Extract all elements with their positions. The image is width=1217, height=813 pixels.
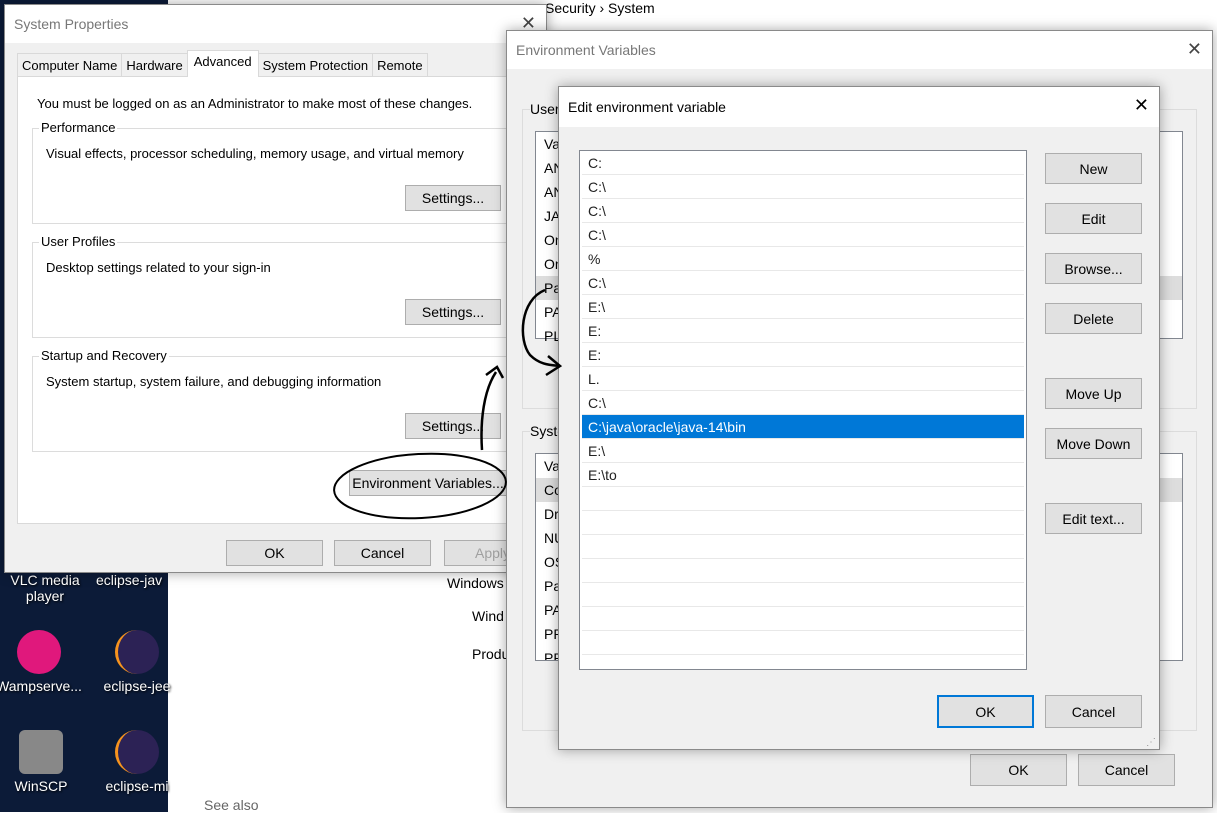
breadcrumb-system[interactable]: System <box>608 0 655 16</box>
startup-recovery-group: Startup and Recovery System startup, syst… <box>32 348 518 452</box>
empty-row[interactable] <box>582 487 1024 511</box>
title-bar: Environment Variables <box>507 31 1212 69</box>
cp-text: Wind <box>472 608 504 624</box>
empty-row[interactable] <box>582 535 1024 559</box>
group-label: User Profiles <box>39 234 118 249</box>
path-entry-row[interactable]: C:\ <box>582 223 1024 247</box>
tab-hardware[interactable]: Hardware <box>121 53 188 77</box>
path-entry-row[interactable]: E:\ <box>582 295 1024 319</box>
tab-computer-name[interactable]: Computer Name <box>17 53 123 77</box>
desktop-icon-eclipse-mi[interactable]: eclipse-mi <box>92 730 182 794</box>
title-bar: System Properties <box>5 5 546 43</box>
edit-button[interactable]: Edit <box>1045 203 1142 234</box>
title-bar: Edit environment variable <box>559 87 1159 127</box>
window-title: Edit environment variable <box>568 99 726 115</box>
user-profiles-group: User Profiles Desktop settings related to… <box>32 234 518 338</box>
cancel-button[interactable]: Cancel <box>1045 695 1142 728</box>
desktop-icon-wampserver[interactable]: Wampserve... <box>0 630 84 694</box>
tab-remote[interactable]: Remote <box>372 53 428 77</box>
path-entry-row[interactable]: L. <box>582 367 1024 391</box>
cp-text: Windows <box>447 575 504 591</box>
user-profiles-settings-button[interactable]: Settings... <box>405 299 501 325</box>
empty-row[interactable] <box>582 511 1024 535</box>
advanced-panel: You must be logged on as an Administrato… <box>17 76 535 524</box>
group-desc: Desktop settings related to your sign-in <box>46 260 271 275</box>
window-title: System Properties <box>14 16 129 32</box>
admin-note: You must be logged on as an Administrato… <box>37 96 473 111</box>
path-entry-row[interactable]: E:\ <box>582 439 1024 463</box>
cancel-button[interactable]: Cancel <box>1078 754 1175 786</box>
path-entries-list[interactable]: C: C:\ C:\ C:\% C:\ E:\ E: E: L. C:\ C:\java\oracl… <box>579 150 1027 670</box>
group-label: User <box>530 101 560 117</box>
group-label: Startup and Recovery <box>39 348 169 363</box>
path-entry-row[interactable]: C:\ <box>582 391 1024 415</box>
path-entry-row[interactable]: C:\ <box>582 271 1024 295</box>
desktop-icon-eclipse-java[interactable]: eclipse-jav <box>86 572 176 588</box>
ok-button[interactable]: OK <box>226 540 323 566</box>
empty-row[interactable] <box>582 559 1024 583</box>
close-icon[interactable]: ✕ <box>1187 39 1202 60</box>
resize-grip-icon[interactable]: ⋰ <box>1146 737 1156 748</box>
see-also: See also <box>204 797 259 813</box>
tab-system-protection[interactable]: System Protection <box>257 53 374 77</box>
path-entry-row[interactable]: E:\to <box>582 463 1024 487</box>
breadcrumb-security[interactable]: Security <box>545 0 596 16</box>
move-up-button[interactable]: Move Up <box>1045 378 1142 409</box>
performance-group: Performance Visual effects, processor sch… <box>32 120 518 224</box>
close-icon[interactable]: ✕ <box>1134 95 1149 116</box>
desktop-icon-winscp[interactable]: WinSCP <box>0 730 86 794</box>
edit-environment-variable-dialog: Edit environment variable ✕ C: C:\ C:\ C:\%… <box>558 86 1160 750</box>
desktop-icon-eclipse-jee[interactable]: eclipse-jee <box>92 630 182 694</box>
browse-button[interactable]: Browse... <box>1045 253 1142 284</box>
tab-bar: Computer Name Hardware Advanced System P… <box>17 50 428 77</box>
cancel-button[interactable]: Cancel <box>334 540 431 566</box>
move-down-button[interactable]: Move Down <box>1045 428 1142 459</box>
eclipse-icon <box>115 630 159 674</box>
desktop-icon-vlc[interactable]: VLC media player <box>0 572 90 604</box>
ok-button[interactable]: OK <box>937 695 1034 728</box>
wampserver-icon <box>17 630 61 674</box>
winscp-icon <box>19 730 63 774</box>
group-desc: Visual effects, processor scheduling, me… <box>46 146 464 161</box>
performance-settings-button[interactable]: Settings... <box>405 185 501 211</box>
path-entry-row[interactable]: % <box>582 247 1024 271</box>
path-entry-row[interactable]: E: <box>582 343 1024 367</box>
path-entry-row[interactable]: C: <box>582 151 1024 175</box>
system-properties-window: System Properties ✕ Computer Name Hardwa… <box>4 4 547 573</box>
path-entry-row[interactable]: E: <box>582 319 1024 343</box>
tab-advanced[interactable]: Advanced <box>186 50 259 77</box>
path-entry-row[interactable]: C:\ <box>582 199 1024 223</box>
eclipse-icon <box>115 730 159 774</box>
startup-settings-button[interactable]: Settings... <box>405 413 501 439</box>
cp-text: Produ <box>472 646 510 662</box>
group-desc: System startup, system failure, and debu… <box>46 374 382 389</box>
path-entry-row[interactable]: C:\ <box>582 175 1024 199</box>
group-label: Performance <box>39 120 118 135</box>
empty-row[interactable] <box>582 583 1024 607</box>
empty-row[interactable] <box>582 631 1024 655</box>
edit-text-button[interactable]: Edit text... <box>1045 503 1142 534</box>
new-button[interactable]: New <box>1045 153 1142 184</box>
environment-variables-button[interactable]: Environment Variables... <box>349 470 507 496</box>
breadcrumb: Security › System <box>545 0 655 16</box>
delete-button[interactable]: Delete <box>1045 303 1142 334</box>
empty-row[interactable] <box>582 607 1024 631</box>
window-title: Environment Variables <box>516 42 656 58</box>
ok-button[interactable]: OK <box>970 754 1067 786</box>
path-entry-row[interactable]: C:\java\oracle\java-14\bin <box>582 415 1024 439</box>
